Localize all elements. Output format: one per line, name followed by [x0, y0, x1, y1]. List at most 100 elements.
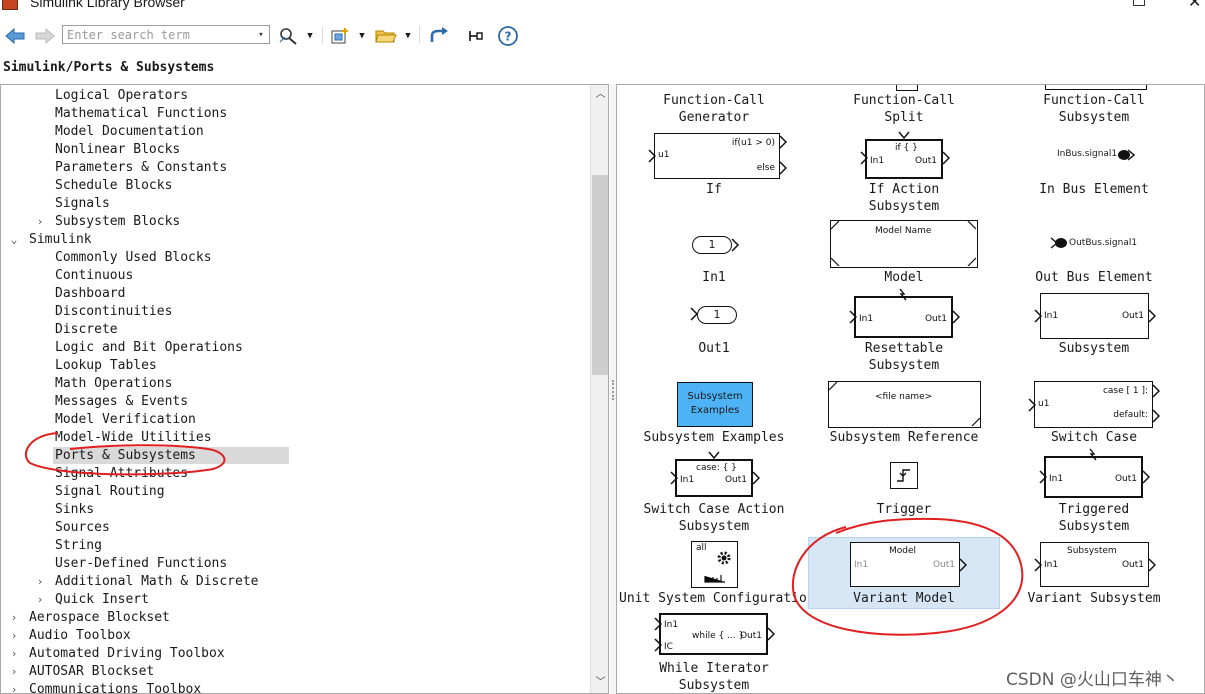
chevron-right-icon[interactable]: ›	[7, 627, 21, 645]
tree-item-label: Discontinuities	[55, 304, 173, 319]
tree-item[interactable]: Commonly Used Blocks	[33, 249, 212, 267]
tree-item[interactable]: Discrete	[33, 321, 118, 339]
tree-item[interactable]: Mathematical Functions	[33, 105, 227, 123]
out-bus-element-block[interactable]: OutBus.signal1	[1069, 238, 1137, 248]
new-dropdown-icon[interactable]: ▼	[355, 24, 369, 48]
scroll-up-icon[interactable]: ︿	[591, 87, 608, 103]
tree-item[interactable]: Logical Operators	[33, 87, 188, 105]
open-folder-icon[interactable]	[373, 24, 399, 48]
close-icon[interactable]: ✕	[1188, 0, 1201, 12]
unit-system-configuration-block[interactable]: all	[691, 541, 738, 588]
if-action-subsystem-block[interactable]: if { } In1 Out1	[865, 139, 943, 179]
chevron-right-icon[interactable]: ›	[33, 213, 47, 231]
tree-item[interactable]: › Communications Toolbox	[7, 681, 202, 693]
variant-model-block[interactable]: Model In1 Out1	[850, 542, 960, 587]
chevron-right-icon[interactable]: ›	[33, 573, 47, 591]
tree-item[interactable]: › Subsystem Blocks	[33, 213, 181, 231]
block-label: Function-Call Generator	[663, 93, 765, 125]
open-dropdown-icon[interactable]: ▼	[401, 24, 415, 48]
tree-item[interactable]: Sinks	[33, 501, 94, 519]
forward-arrow-icon[interactable]	[33, 24, 57, 48]
tree-item[interactable]: Signal Routing	[33, 483, 165, 501]
block-label: Subsystem	[1058, 341, 1130, 356]
refresh-icon[interactable]	[426, 24, 452, 48]
scrollbar-thumb[interactable]	[592, 175, 608, 375]
tree-item[interactable]: ⌄ Simulink	[7, 231, 92, 249]
tree-item[interactable]: Schedule Blocks	[33, 177, 172, 195]
back-arrow-icon[interactable]	[3, 24, 27, 48]
search-input[interactable]	[63, 26, 253, 43]
tree-item[interactable]: › Audio Toolbox	[7, 627, 131, 645]
block-label: In Bus Element	[1039, 182, 1149, 197]
tree-item[interactable]: Continuous	[33, 267, 133, 285]
out1-block[interactable]: 1	[697, 306, 737, 324]
model-block[interactable]: Model Name	[830, 220, 978, 268]
switch-case-block[interactable]: u1 case [ 1 ]: default:	[1034, 381, 1153, 428]
tree-item[interactable]: Math Operations	[33, 375, 172, 393]
tree-item[interactable]: Model Verification	[33, 411, 196, 429]
title-bar: Simulink Library Browser ✕	[0, 0, 1205, 12]
tree-item[interactable]: Signal Attributes	[33, 465, 188, 483]
tree-item[interactable]: Messages & Events	[33, 393, 188, 411]
tree-item[interactable]: Logic and Bit Operations	[33, 339, 243, 357]
block-palette[interactable]: Function-Call Generator Function-Call Sp…	[616, 84, 1205, 694]
chevron-right-icon[interactable]: ›	[33, 591, 47, 609]
tree-item-label: Math Operations	[55, 376, 173, 391]
library-tree[interactable]: Logical Operators Mathematical Functions M…	[0, 84, 609, 694]
tree-item-label: User-Defined Functions	[55, 556, 228, 571]
find-icon[interactable]	[276, 24, 300, 48]
subsystem-examples-block[interactable]: Subsystem Examples	[677, 382, 753, 427]
resettable-subsystem-block[interactable]: In1 Out1	[854, 296, 953, 338]
tree-item[interactable]: Model Documentation	[33, 123, 204, 141]
tree-item[interactable]: Sources	[33, 519, 110, 537]
chevron-right-icon[interactable]: ›	[7, 681, 21, 693]
subsystem-reference-block[interactable]: <file name>	[828, 381, 981, 428]
tree-item[interactable]: Dashboard	[33, 285, 125, 303]
tree-item[interactable]: › AUTOSAR Blockset	[7, 663, 155, 681]
in-bus-element-block[interactable]: InBus.signal1	[1057, 149, 1117, 159]
chevron-right-icon[interactable]: ›	[7, 663, 21, 681]
tree-item[interactable]: Ports & Subsystems	[33, 447, 196, 465]
tree-item[interactable]: › Quick Insert	[33, 591, 149, 609]
tree-item[interactable]: › Aerospace Blockset	[7, 609, 170, 627]
help-icon[interactable]: ?	[496, 24, 520, 48]
if-block[interactable]: u1 if(u1 > 0) else	[654, 133, 780, 179]
action-port-icon	[708, 451, 720, 460]
input-port-icon	[670, 471, 678, 485]
tree-scrollbar[interactable]: ︿ ﹀	[590, 85, 608, 693]
block-label: Variant Subsystem	[1027, 591, 1161, 606]
in1-block[interactable]: 1	[692, 236, 732, 254]
chevron-right-icon[interactable]: ›	[7, 609, 21, 627]
tree-item-label: Messages & Events	[55, 394, 189, 409]
breadcrumb: Simulink/Ports & Subsystems	[3, 60, 215, 75]
tree-item[interactable]: Lookup Tables	[33, 357, 157, 375]
new-model-icon[interactable]	[327, 24, 353, 48]
tree-item[interactable]: User-Defined Functions	[33, 555, 227, 573]
output-port-icon	[767, 627, 775, 641]
tree-item[interactable]: Parameters & Constants	[33, 159, 227, 177]
find-dropdown-icon[interactable]: ▼	[303, 24, 317, 48]
chevron-down-icon[interactable]: ⌄	[7, 231, 21, 249]
variant-subsystem-block[interactable]: Subsystem In1 Out1	[1040, 542, 1149, 587]
scroll-down-icon[interactable]: ﹀	[591, 675, 608, 691]
subsystem-block[interactable]: In1 Out1	[1040, 293, 1149, 339]
switch-case-action-subsystem-block[interactable]: case: { } In1 Out1	[675, 459, 753, 497]
chevron-right-icon[interactable]: ›	[7, 645, 21, 663]
maximize-icon[interactable]	[1133, 0, 1145, 6]
fc-subsystem-block-edge	[1045, 85, 1147, 90]
trigger-block[interactable]	[890, 462, 918, 489]
input-port-icon	[1034, 309, 1042, 323]
tree-item[interactable]: String	[33, 537, 102, 555]
tree-item[interactable]: Nonlinear Blocks	[33, 141, 180, 159]
tree-item[interactable]: › Additional Math & Discrete	[33, 573, 259, 591]
bus-port-icon	[1050, 237, 1067, 249]
pin-icon[interactable]	[465, 24, 487, 48]
tree-item[interactable]: Signals	[33, 195, 110, 213]
block-text: Model	[889, 546, 917, 556]
chevron-down-icon[interactable]: ▾	[255, 29, 267, 41]
while-iterator-subsystem-block[interactable]: In1 IC while { ... } Out1	[659, 613, 768, 655]
tree-item[interactable]: Model-Wide Utilities	[33, 429, 212, 447]
tree-item[interactable]: Discontinuities	[33, 303, 172, 321]
triggered-subsystem-block[interactable]: In1 Out1	[1044, 456, 1143, 498]
tree-item[interactable]: › Automated Driving Toolbox	[7, 645, 225, 663]
